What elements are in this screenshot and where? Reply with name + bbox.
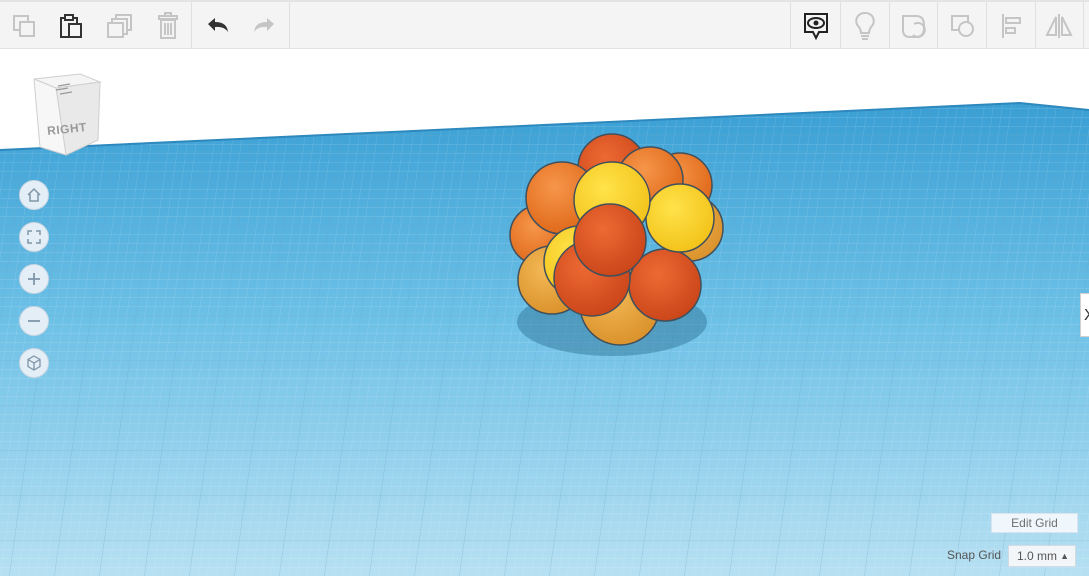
- delete-button[interactable]: [148, 6, 188, 46]
- redo-icon: [254, 18, 274, 32]
- side-panel-tab[interactable]: X: [1080, 293, 1089, 337]
- snap-grid-label: Snap Grid: [947, 548, 1002, 562]
- fit-view-icon: [27, 230, 41, 244]
- undo-icon: [208, 18, 228, 32]
- mirror-icon: [1045, 14, 1073, 38]
- undo-button[interactable]: [198, 6, 238, 46]
- notes-lightbulb-icon: [855, 11, 875, 40]
- duplicate-icon: [107, 14, 132, 38]
- group-button[interactable]: [894, 6, 934, 46]
- fit-view-button[interactable]: [19, 222, 49, 252]
- redo-button[interactable]: [244, 6, 284, 46]
- align-button[interactable]: [992, 6, 1032, 46]
- duplicate-button[interactable]: [100, 6, 140, 46]
- perspective-icon: [27, 355, 41, 371]
- edit-grid-button[interactable]: Edit Grid: [991, 513, 1078, 533]
- mirror-button[interactable]: [1039, 6, 1079, 46]
- perspective-button[interactable]: [19, 348, 49, 378]
- group-icon: [902, 15, 926, 38]
- paste-button[interactable]: [51, 6, 91, 46]
- ungroup-button[interactable]: [943, 6, 983, 46]
- delete-icon: [158, 12, 178, 39]
- align-icon: [1002, 14, 1021, 38]
- zoom-out-icon: [28, 320, 40, 322]
- snap-grid-select[interactable]: 1.0 mm ▲: [1008, 545, 1076, 567]
- zoom-in-icon: [28, 273, 40, 285]
- show-all-button[interactable]: [796, 6, 836, 46]
- copy-button[interactable]: [4, 6, 44, 46]
- top-toolbar: [0, 0, 1089, 49]
- caret-up-icon: ▲: [1060, 551, 1069, 561]
- notes-button[interactable]: [845, 6, 885, 46]
- show-all-icon: [804, 13, 828, 41]
- copy-icon: [13, 15, 35, 37]
- snap-grid-value: 1.0 mm: [1017, 549, 1058, 563]
- home-view-icon: [27, 187, 41, 202]
- zoom-out-button[interactable]: [19, 306, 49, 336]
- ungroup-icon: [951, 15, 974, 37]
- home-view-button[interactable]: [19, 180, 49, 210]
- zoom-in-button[interactable]: [19, 264, 49, 294]
- workplane-viewport[interactable]: [0, 49, 1089, 576]
- paste-icon: [60, 14, 82, 38]
- view-cube[interactable]: [33, 73, 102, 156]
